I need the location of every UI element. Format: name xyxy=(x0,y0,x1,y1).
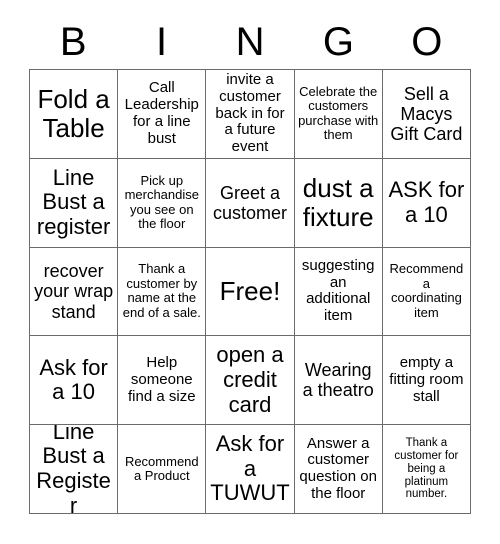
bingo-cell[interactable]: Line Bust a register xyxy=(30,158,119,248)
bingo-cell[interactable]: suggesting an additional item xyxy=(294,247,383,337)
bingo-cell[interactable]: ASK for a 10 xyxy=(382,158,471,248)
bingo-cell[interactable]: Line Bust a Register xyxy=(30,425,119,514)
bingo-cell[interactable]: Answer a customer question on the floor xyxy=(294,425,383,514)
bingo-cell-label: Help someone find a size xyxy=(128,354,196,405)
bingo-cell[interactable]: Celebrate the customers purchase with th… xyxy=(294,70,383,159)
bingo-cell[interactable]: dust a fixture xyxy=(294,158,383,248)
bingo-cell-label: Greet a customer xyxy=(212,182,287,223)
bingo-cell[interactable]: Ask for a TUWUT xyxy=(206,425,295,514)
bingo-cell-label: Recommend a Product xyxy=(124,453,199,484)
bingo-cell-label: Line Bust a register xyxy=(36,164,111,239)
header-letter-o: O xyxy=(411,19,443,64)
bingo-cell-label: Sell a Macys Gift Card xyxy=(390,83,463,144)
bingo-cell[interactable]: Greet a customer xyxy=(206,158,295,248)
bingo-cell[interactable]: Fold a Table xyxy=(30,70,119,159)
bingo-cell-label: Thank a customer for being a platinum nu… xyxy=(394,436,459,501)
bingo-cell-label: Thank a customer by name at the end of a… xyxy=(122,261,201,321)
bingo-cell-label: suggesting an additional item xyxy=(301,256,375,325)
bingo-cell-label: Free! xyxy=(219,275,281,306)
bingo-cell[interactable]: Call Leadership for a line bust xyxy=(118,70,207,159)
bingo-cell-label: Recommend a coordinating item xyxy=(389,261,464,321)
bingo-cell-label: Fold a Table xyxy=(37,83,110,143)
bingo-cell-label: Celebrate the customers purchase with th… xyxy=(298,83,379,143)
header-letter-n: N xyxy=(235,19,265,64)
bingo-cell[interactable]: Pick up merchandise you see on the floor xyxy=(118,158,207,248)
bingo-header: B I N G O xyxy=(29,14,471,69)
bingo-cell[interactable]: open a credit card xyxy=(206,336,295,426)
bingo-cell-label: Line Bust a Register xyxy=(36,425,111,514)
bingo-grid: Fold a Table Call Leadership for a line … xyxy=(29,69,471,514)
bingo-cell-label: Answer a customer question on the floor xyxy=(299,434,377,502)
bingo-cell-label: invite a customer back in for a future e… xyxy=(215,70,285,156)
bingo-cell-label: Ask for a TUWUT xyxy=(210,431,290,506)
header-letter-g: G xyxy=(322,19,354,64)
bingo-cell[interactable]: Ask for a 10 xyxy=(30,336,119,426)
bingo-cell[interactable]: Thank a customer by name at the end of a… xyxy=(118,247,207,337)
bingo-cell[interactable]: invite a customer back in for a future e… xyxy=(206,70,295,159)
bingo-cell[interactable]: Recommend a coordinating item xyxy=(382,247,471,337)
bingo-cell[interactable]: Help someone find a size xyxy=(118,336,207,426)
bingo-cell-label: open a credit card xyxy=(216,342,284,417)
bingo-cell-label: Ask for a 10 xyxy=(39,354,108,405)
bingo-cell[interactable]: recover your wrap stand xyxy=(30,247,119,337)
bingo-cell-label: ASK for a 10 xyxy=(388,177,465,227)
bingo-card: B I N G O Fold a Table Call Leadership f… xyxy=(0,0,500,544)
bingo-cell[interactable]: Thank a customer for being a platinum nu… xyxy=(382,425,471,514)
bingo-cell-label: Wearing a theatro xyxy=(302,360,374,401)
bingo-cell-label: Call Leadership for a line bust xyxy=(124,79,199,147)
bingo-cell-label: Pick up merchandise you see on the floor xyxy=(124,172,199,232)
bingo-cell-label: dust a fixture xyxy=(302,172,374,232)
bingo-cell-label: empty a fitting room stall xyxy=(389,354,464,405)
bingo-cell[interactable]: Sell a Macys Gift Card xyxy=(382,70,471,159)
bingo-cell[interactable]: Recommend a Product xyxy=(118,425,207,514)
bingo-cell-free[interactable]: Free! xyxy=(206,247,295,337)
header-letter-i: I xyxy=(156,19,168,64)
bingo-cell[interactable]: empty a fitting room stall xyxy=(382,336,471,426)
bingo-cell-label: recover your wrap stand xyxy=(34,261,114,322)
header-letter-b: B xyxy=(59,19,87,64)
bingo-cell[interactable]: Wearing a theatro xyxy=(294,336,383,426)
